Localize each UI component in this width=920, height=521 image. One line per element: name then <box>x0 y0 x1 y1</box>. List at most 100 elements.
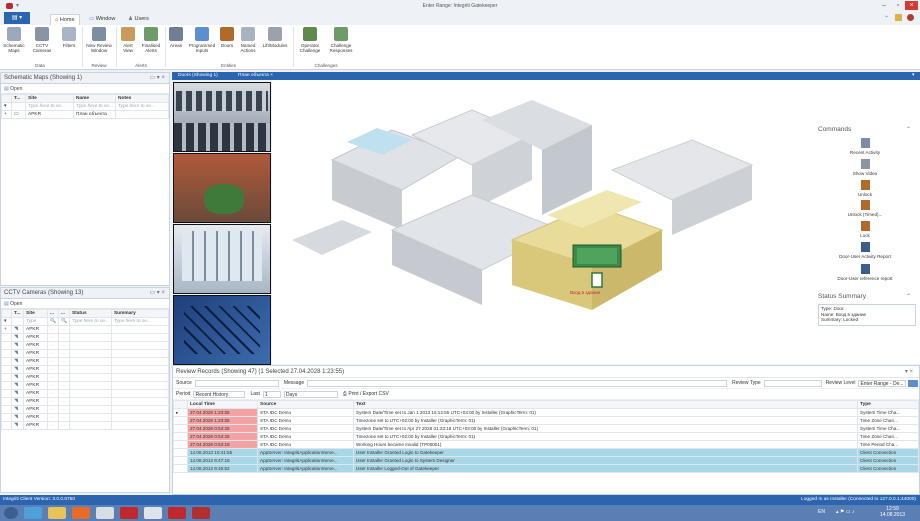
expand-icon[interactable]: + <box>1 325 12 334</box>
column-header[interactable]: Type <box>857 400 919 409</box>
column-header[interactable]: ... <box>47 309 59 318</box>
source-input[interactable] <box>194 379 279 387</box>
table-row[interactable]: ◥ APKR...... <box>1 397 170 406</box>
table-row[interactable]: 14.08.2013 9:46:52 AppServer: IntegritiAp… <box>173 464 919 473</box>
table-row[interactable]: ◥ APKR...... <box>1 373 170 382</box>
column-header[interactable]: Source <box>257 400 354 409</box>
table-row[interactable]: ◥ APKR...... <box>1 405 170 414</box>
open-button[interactable]: ▤ Open <box>1 84 169 94</box>
start-button-icon[interactable] <box>4 507 18 519</box>
apply-filter-icon[interactable] <box>908 379 919 387</box>
command-item[interactable]: Lock <box>830 221 900 238</box>
camera-image-2[interactable] <box>173 153 271 223</box>
table-row[interactable]: ◥ APKR...... <box>1 349 170 358</box>
tool-icon[interactable] <box>96 507 114 519</box>
column-header[interactable]: T... <box>11 94 26 103</box>
table-row[interactable]: 27.04.2028 0:54:26 STA IDC Demo Timezone s… <box>173 432 919 441</box>
maximize-icon[interactable]: ▫ <box>892 1 904 10</box>
filter-search-icon[interactable]: 🔍 <box>47 317 59 326</box>
expand-icon[interactable] <box>1 365 12 374</box>
clock[interactable]: 12:59 14.08.2013 <box>880 506 905 518</box>
filter-input[interactable]: Type here to se... <box>25 102 74 111</box>
camera-image-3[interactable] <box>173 224 271 294</box>
command-item[interactable]: Door-User Activity Report <box>830 242 900 259</box>
quick-access-icon[interactable]: ▾ <box>16 0 19 12</box>
table-row[interactable]: ◥ APKR...... <box>1 413 170 422</box>
tab-home[interactable]: ⌂ Home <box>50 14 80 25</box>
review-level-select[interactable]: Enter Range - De... <box>858 379 907 387</box>
help-icon[interactable] <box>907 14 914 21</box>
operator-challenge-button[interactable]: Operator Challenge <box>296 27 324 53</box>
filter-input[interactable]: Type here to se... <box>73 102 116 111</box>
command-item[interactable]: Unlock <box>830 180 900 197</box>
close-tab-icon[interactable]: × <box>270 73 273 78</box>
areas-button[interactable]: Areas <box>167 27 185 48</box>
tab-schematic-plan[interactable]: План объекта × <box>234 72 277 80</box>
expand-icon[interactable] <box>1 421 12 430</box>
table-row[interactable]: 14.08.2013 10:41:55 AppServer: IntegritiA… <box>173 448 919 457</box>
collapse-icon[interactable]: ⌃ <box>906 126 911 133</box>
table-row[interactable]: ◥ APKR...... <box>1 365 170 374</box>
explorer-icon[interactable] <box>48 507 66 519</box>
table-row[interactable]: ◥ APKR...... <box>1 421 170 430</box>
finalised-alerts-button[interactable]: Finalised Alerts <box>139 27 163 53</box>
table-row[interactable]: ◥ APKR...... <box>1 381 170 390</box>
tray-icons[interactable]: ▴ ⚑ ▭ ♪ <box>836 509 854 515</box>
review-type-select[interactable] <box>763 379 822 387</box>
panel-pin-close-icon[interactable]: ▭ ▾ × <box>149 288 165 299</box>
tab-list-icon[interactable]: ▾ <box>912 72 915 78</box>
table-row[interactable]: ◥ APKR...... <box>1 333 170 342</box>
expand-icon[interactable] <box>1 397 12 406</box>
acrobat-icon[interactable] <box>120 507 138 519</box>
challenge-responses-button[interactable]: Challenge Responses <box>326 27 356 53</box>
period-select[interactable]: Recent History <box>193 390 246 398</box>
close-icon[interactable]: × <box>905 1 918 10</box>
app-icon[interactable] <box>144 507 162 519</box>
programmed-inputs-button[interactable]: Programmed Inputs <box>187 27 217 53</box>
tab-doors[interactable]: Doors (Showing 1) <box>174 72 222 80</box>
column-header[interactable]: ... <box>57 309 70 318</box>
panel-pin-close-icon[interactable]: ▾ × <box>905 368 913 375</box>
column-header[interactable]: Site <box>25 94 74 103</box>
unit-select[interactable]: Days <box>283 390 338 398</box>
expand-icon[interactable] <box>1 349 12 358</box>
language-indicator[interactable]: EN <box>818 509 825 515</box>
alert-view-button[interactable]: Alert View <box>119 27 137 53</box>
table-row[interactable]: + ▭ APKR План объекта <box>1 110 169 119</box>
schematic-maps-button[interactable]: Schematic Maps <box>2 27 26 53</box>
print-export-button[interactable]: ⎙ Print / Export CSV <box>343 391 389 397</box>
filter-input[interactable]: Type here to se... <box>68 317 112 326</box>
minimize-icon[interactable]: – <box>878 1 890 10</box>
tab-window[interactable]: ▭ Window <box>85 14 119 25</box>
column-header[interactable]: Notes <box>115 94 169 103</box>
cctv-cameras-button[interactable]: CCTV Cameras <box>30 27 54 53</box>
expand-icon[interactable]: + <box>1 110 12 119</box>
table-row[interactable]: 27.04.2028 0:54:26 STA IDC Demo System Dat… <box>173 424 919 433</box>
expand-icon[interactable] <box>1 373 12 382</box>
column-header[interactable]: Site <box>23 309 48 318</box>
table-row[interactable]: + ◥ APKR...... <box>1 325 170 334</box>
collapse-icon[interactable]: ⌃ <box>906 293 911 300</box>
expand-icon[interactable] <box>1 333 12 342</box>
command-item[interactable]: Unlock (Timed)... <box>830 200 900 217</box>
new-review-window-button[interactable]: New Review Window <box>85 27 113 53</box>
filter-search-icon[interactable]: 🔍 <box>57 317 70 326</box>
file-menu-button[interactable]: ▤ ▾ <box>4 12 30 24</box>
column-header[interactable]: Local Time <box>187 400 258 409</box>
message-input[interactable] <box>307 379 728 387</box>
schematic-map-canvas[interactable]: Вход в здание <box>272 80 810 364</box>
filter-cell[interactable] <box>11 317 24 326</box>
named-actions-button[interactable]: Named Actions <box>237 27 259 53</box>
open-button[interactable]: ▤ Open <box>1 299 169 309</box>
column-header[interactable]: T... <box>11 309 24 318</box>
integriti-taskbar-icon[interactable] <box>192 507 210 519</box>
table-row[interactable]: 14.08.2013 9:47:16 AppServer: IntegritiAp… <box>173 456 919 465</box>
table-row[interactable]: ◥ APKR...... <box>1 357 170 366</box>
ie-icon[interactable] <box>24 507 42 519</box>
command-item[interactable]: Recent Activity <box>830 138 900 155</box>
command-item[interactable]: Door-User reference report <box>830 264 900 281</box>
last-stepper[interactable]: 1 <box>262 390 281 398</box>
expand-icon[interactable] <box>1 341 12 350</box>
expand-icon[interactable] <box>1 357 12 366</box>
options-icon[interactable] <box>895 14 902 21</box>
